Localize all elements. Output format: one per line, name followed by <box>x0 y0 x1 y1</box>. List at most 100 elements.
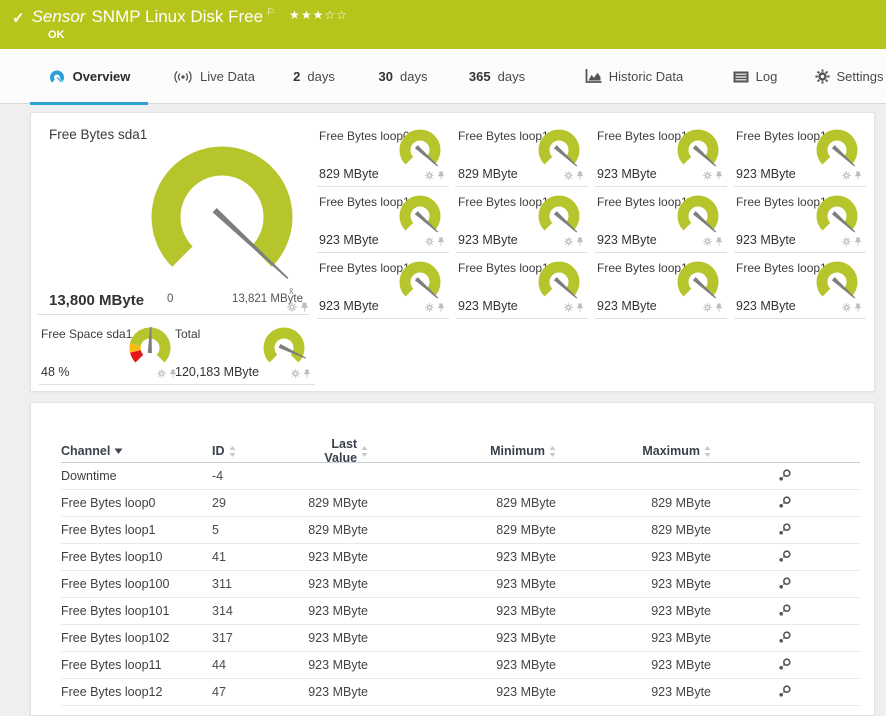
col-header-channel[interactable]: Channel <box>61 444 212 458</box>
col-header-id[interactable]: ID <box>212 444 296 458</box>
gauge-settings-gear-icon[interactable] <box>842 303 851 312</box>
col-header-label: Minimum <box>490 444 545 458</box>
channel-settings-icon[interactable] <box>778 522 792 539</box>
tab-historic-data[interactable]: Historic Data <box>578 49 690 104</box>
gauge-cell-loop0: Free Bytes loop0 829 MByte <box>317 123 449 187</box>
gauge-pin-icon[interactable] <box>437 303 445 312</box>
tab-2-days[interactable]: 2 days <box>288 49 340 104</box>
gauge-settings-gear-icon[interactable] <box>703 303 712 312</box>
channel-minimum: 829 MByte <box>368 523 556 537</box>
gauge-settings-gear-icon[interactable] <box>425 171 434 180</box>
channel-settings-icon[interactable] <box>778 630 792 647</box>
channel-maximum: 923 MByte <box>556 550 711 564</box>
stars-filled[interactable]: ★★★ <box>289 8 324 22</box>
col-header-minimum[interactable]: Minimum <box>368 444 556 458</box>
gauge-cell-loop100: Free Bytes loop100 923 MByte <box>734 123 866 187</box>
tab-overview[interactable]: Overview <box>30 49 148 104</box>
gear-icon <box>815 69 830 84</box>
gauge-icon <box>48 68 66 86</box>
gauges-panel: Free Bytes sda1 x̄ 0 13,821 MByte 13,800… <box>30 112 875 392</box>
gauge-settings-gear-icon[interactable] <box>703 171 712 180</box>
col-header-maximum[interactable]: Maximum <box>556 444 711 458</box>
channel-id: 5 <box>212 523 296 537</box>
channel-minimum: 923 MByte <box>368 685 556 699</box>
sort-icon[interactable] <box>704 446 711 457</box>
sort-icon[interactable] <box>549 446 556 457</box>
tab-30-days[interactable]: 30 days <box>374 49 432 104</box>
gauge-pin-icon[interactable] <box>437 237 445 246</box>
gauge-value: 120,183 MByte <box>175 365 259 379</box>
tab-label: Historic Data <box>609 69 683 84</box>
gauge-settings-gear-icon[interactable] <box>842 237 851 246</box>
gauge-value: 829 MByte <box>458 167 518 181</box>
channel-settings-icon[interactable] <box>778 684 792 701</box>
gauge-chart <box>814 129 860 173</box>
tab-365-days[interactable]: 365 days <box>464 49 530 104</box>
gauge-pin-icon[interactable] <box>576 171 584 180</box>
gauge-pin-icon[interactable] <box>854 303 862 312</box>
channel-id: 41 <box>212 550 296 564</box>
gauge-pin-icon[interactable] <box>300 302 309 312</box>
gauge-value: 829 MByte <box>319 167 379 181</box>
sort-desc-icon[interactable] <box>114 448 123 454</box>
priority-stars[interactable]: ★★★☆☆ <box>289 8 348 22</box>
channel-settings-icon[interactable] <box>778 495 792 512</box>
channel-settings-icon[interactable] <box>778 549 792 566</box>
col-header-last-value[interactable]: Last Value <box>296 437 368 465</box>
gauge-settings-gear-icon[interactable] <box>291 369 300 378</box>
gauge-settings-gear-icon[interactable] <box>287 302 297 312</box>
table-row: Free Bytes loop102 317 923 MByte 923 MBy… <box>61 625 860 652</box>
gauge-pin-icon[interactable] <box>303 369 311 378</box>
gauge-title: Free Space sda1 <box>41 327 132 341</box>
gauge-pin-icon[interactable] <box>854 171 862 180</box>
stars-empty[interactable]: ☆☆ <box>324 8 348 22</box>
gauge-settings-gear-icon[interactable] <box>425 237 434 246</box>
channel-name: Free Bytes loop0 <box>61 496 212 510</box>
gauge-chart <box>261 327 307 371</box>
gauge-chart <box>397 129 443 173</box>
gauge-cell-loop13: Free Bytes loop13 923 MByte <box>317 255 449 319</box>
gauge-settings-gear-icon[interactable] <box>842 171 851 180</box>
sort-icon[interactable] <box>361 446 368 457</box>
gauge-pin-icon[interactable] <box>715 237 723 246</box>
gauge-settings-gear-icon[interactable] <box>564 171 573 180</box>
gauge-pin-icon[interactable] <box>576 303 584 312</box>
channel-id: 311 <box>212 577 296 591</box>
tab-log[interactable]: Log <box>726 49 784 104</box>
tab-live-data[interactable]: Live Data <box>168 49 260 104</box>
channel-name: Free Bytes loop102 <box>61 631 212 645</box>
channel-settings-icon[interactable] <box>778 576 792 593</box>
tab-number: 30 <box>379 69 393 84</box>
gauge-value: 923 MByte <box>458 233 518 247</box>
gauge-settings-gear-icon[interactable] <box>564 237 573 246</box>
gauge-pin-icon[interactable] <box>576 237 584 246</box>
page-title: SNMP Linux Disk Free <box>91 7 263 27</box>
channel-settings-icon[interactable] <box>778 657 792 674</box>
gauge-pin-icon[interactable] <box>715 303 723 312</box>
tab-settings[interactable]: Settings <box>812 49 886 104</box>
sort-icon[interactable] <box>229 446 236 457</box>
channel-last-value: 829 MByte <box>296 523 368 537</box>
gauge-settings-gear-icon[interactable] <box>564 303 573 312</box>
channel-settings-icon[interactable] <box>778 468 792 485</box>
gauge-chart <box>536 195 582 239</box>
channels-table-panel: Channel ID Last Value Minimum Maximum <box>30 402 875 716</box>
gauge-chart <box>397 261 443 305</box>
gauge-settings-gear-icon[interactable] <box>425 303 434 312</box>
gauge-pin-icon[interactable] <box>437 171 445 180</box>
gauge-pin-icon[interactable] <box>854 237 862 246</box>
channel-settings-icon[interactable] <box>778 603 792 620</box>
gauge-value: 923 MByte <box>597 299 657 313</box>
table-row: Downtime -4 <box>61 463 860 490</box>
flag-icon[interactable]: ⚐ <box>266 7 275 18</box>
channel-id: 44 <box>212 658 296 672</box>
gauge-settings-gear-icon[interactable] <box>703 237 712 246</box>
gauge-settings-gear-icon[interactable] <box>157 369 166 378</box>
gauge-pin-icon[interactable] <box>715 171 723 180</box>
channel-last-value: 923 MByte <box>296 604 368 618</box>
tab-label: days <box>498 69 525 84</box>
tab-label: days <box>307 69 334 84</box>
table-row: Free Bytes loop0 29 829 MByte 829 MByte … <box>61 490 860 517</box>
col-header-label: Maximum <box>642 444 700 458</box>
main-gauge-title: Free Bytes sda1 <box>49 127 147 142</box>
